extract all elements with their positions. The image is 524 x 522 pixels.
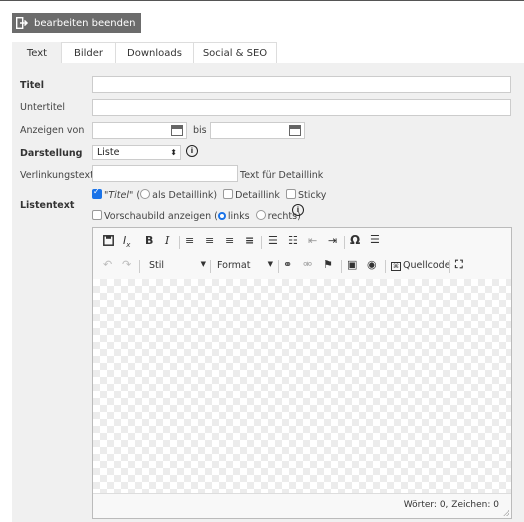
- tab-bilder[interactable]: Bilder: [61, 42, 116, 63]
- darstellung-label: Darstellung: [20, 148, 83, 159]
- format-dropdown-label: Format: [217, 260, 251, 271]
- tab-bar: Text Bilder Downloads Social & SEO: [12, 42, 277, 63]
- verlinkungstext-label: Verlinkungstext: [20, 170, 94, 181]
- open-paren: (: [133, 190, 141, 201]
- darstellung-select[interactable]: Liste ⬍: [92, 145, 181, 160]
- tab-bilder-label: Bilder: [73, 47, 104, 59]
- listentext-label: Listentext: [20, 200, 75, 211]
- toolbar-separator: [139, 260, 140, 273]
- style-dropdown[interactable]: Stil ▼: [149, 260, 206, 271]
- info-icon[interactable]: i: [186, 145, 198, 157]
- sticky-checkbox[interactable]: [285, 189, 296, 199]
- detaillink-checkbox[interactable]: [223, 189, 234, 199]
- tab-text[interactable]: Text: [12, 42, 62, 63]
- info-icon[interactable]: i: [292, 204, 304, 216]
- opt-detaillink-label: Detaillink: [235, 190, 280, 201]
- opt-als-detaillink-label: als Detaillink): [152, 190, 218, 201]
- image-icon[interactable]: ▣: [347, 258, 357, 271]
- chevron-down-icon: ▼: [200, 260, 206, 268]
- vorschaubild-checkbox[interactable]: [92, 210, 102, 220]
- special-char-icon[interactable]: Ω: [350, 233, 360, 247]
- word-count: Wörter: 0, Zeichen: 0: [403, 500, 499, 510]
- darstellung-selected: Liste: [97, 147, 120, 158]
- toolbar-separator: [261, 236, 262, 249]
- editor-content-area[interactable]: [93, 279, 511, 494]
- untertitel-label: Untertitel: [20, 102, 66, 113]
- toolbar-separator: [278, 260, 279, 273]
- editor-toolbar: Ix B I ≡ ≡ ≡ ≡ ☰ ☷ ⇤ ⇥ Ω ☰ ↶ ↷ Stil ▼ Fo…: [93, 228, 511, 278]
- toolbar-separator: [341, 260, 342, 273]
- toolbar-separator: [449, 260, 450, 273]
- format-dropdown[interactable]: Format ▼: [217, 260, 273, 271]
- opt-links-label: links: [227, 211, 250, 222]
- opt-titel-label: "Titel": [104, 190, 134, 201]
- rich-text-editor: Ix B I ≡ ≡ ≡ ≡ ☰ ☷ ⇤ ⇥ Ω ☰ ↶ ↷ Stil ▼ Fo…: [92, 227, 512, 519]
- maximize-icon[interactable]: ⛶: [455, 258, 463, 272]
- align-center-icon[interactable]: ≡: [205, 234, 214, 247]
- source-button[interactable]: ⌘ Quellcode: [391, 260, 451, 271]
- calendar-icon[interactable]: [289, 125, 301, 136]
- titel-checkbox[interactable]: [92, 187, 102, 199]
- save-icon[interactable]: [103, 235, 114, 249]
- source-icon: ⌘: [391, 262, 401, 271]
- anchor-flag-icon[interactable]: ⚑: [323, 258, 333, 271]
- tab-social-seo-label: Social & SEO: [202, 47, 268, 59]
- links-radio[interactable]: [217, 212, 226, 220]
- titel-input[interactable]: [92, 76, 511, 93]
- listentext-options-row2: Vorschaubild anzeigen (links rechts): [92, 210, 301, 222]
- resize-grip-icon[interactable]: [503, 510, 509, 516]
- verlinkungstext-input[interactable]: [92, 165, 238, 182]
- tab-downloads-label: Downloads: [127, 47, 182, 59]
- italic-icon[interactable]: I: [165, 234, 169, 247]
- align-left-icon[interactable]: ≡: [185, 234, 194, 247]
- toolbar-separator: [179, 236, 180, 249]
- tab-text-label: Text: [26, 47, 48, 59]
- style-dropdown-label: Stil: [149, 260, 165, 271]
- exit-edit-button[interactable]: bearbeiten beenden: [12, 13, 142, 33]
- bis-label: bis: [193, 125, 207, 136]
- link-icon[interactable]: ⚭: [283, 258, 292, 271]
- top-divider: [0, 0, 524, 1]
- outdent-icon[interactable]: ⇤: [308, 234, 317, 247]
- sign-out-icon: [16, 17, 29, 29]
- align-right-icon[interactable]: ≡: [225, 234, 234, 247]
- opt-vorschaubild-label: Vorschaubild anzeigen (: [104, 211, 218, 222]
- remove-format-icon[interactable]: Ix: [123, 234, 130, 249]
- chevron-down-icon: ▼: [267, 260, 273, 268]
- text-tab-panel: Titel Untertitel Anzeigen von bis Darste…: [12, 63, 524, 522]
- tab-downloads[interactable]: Downloads: [115, 42, 194, 63]
- rechts-radio[interactable]: [255, 210, 266, 220]
- toolbar-separator: [344, 236, 345, 249]
- redo-icon[interactable]: ↷: [122, 258, 131, 271]
- bulleted-list-icon[interactable]: ☰: [268, 234, 278, 247]
- numbered-list-icon[interactable]: ☷: [288, 234, 298, 247]
- align-justify-icon[interactable]: ≡: [245, 234, 254, 247]
- editor-statusbar: Wörter: 0, Zeichen: 0: [93, 493, 511, 518]
- opt-sticky-label: Sticky: [297, 190, 327, 201]
- untertitel-input[interactable]: [92, 99, 511, 116]
- horizontal-line-icon[interactable]: ☰: [370, 233, 380, 246]
- calendar-icon[interactable]: [171, 125, 183, 136]
- unlink-icon[interactable]: ⚮: [303, 258, 312, 271]
- titel-label: Titel: [20, 80, 44, 91]
- anzeigen-von-input[interactable]: [92, 122, 187, 139]
- exit-edit-label: bearbeiten beenden: [34, 17, 136, 29]
- undo-icon[interactable]: ↶: [103, 258, 112, 271]
- bold-icon[interactable]: B: [145, 234, 153, 247]
- als-detaillink-radio[interactable]: [140, 189, 151, 199]
- toolbar-separator: [210, 260, 211, 273]
- listentext-options-row1: "Titel" ( als Detaillink) Detaillink Stic…: [92, 187, 327, 201]
- select-arrows-icon: ⬍: [170, 148, 177, 157]
- tab-social-seo[interactable]: Social & SEO: [193, 42, 277, 63]
- anzeigen-von-label: Anzeigen von: [20, 125, 85, 136]
- embed-media-icon[interactable]: ◉: [367, 258, 377, 271]
- anzeigen-bis-input[interactable]: [210, 122, 305, 139]
- toolbar-separator: [385, 260, 386, 273]
- indent-icon[interactable]: ⇥: [328, 234, 337, 247]
- source-label: Quellcode: [403, 260, 451, 271]
- verlinkungstext-hint: Text für Detaillink: [240, 170, 324, 181]
